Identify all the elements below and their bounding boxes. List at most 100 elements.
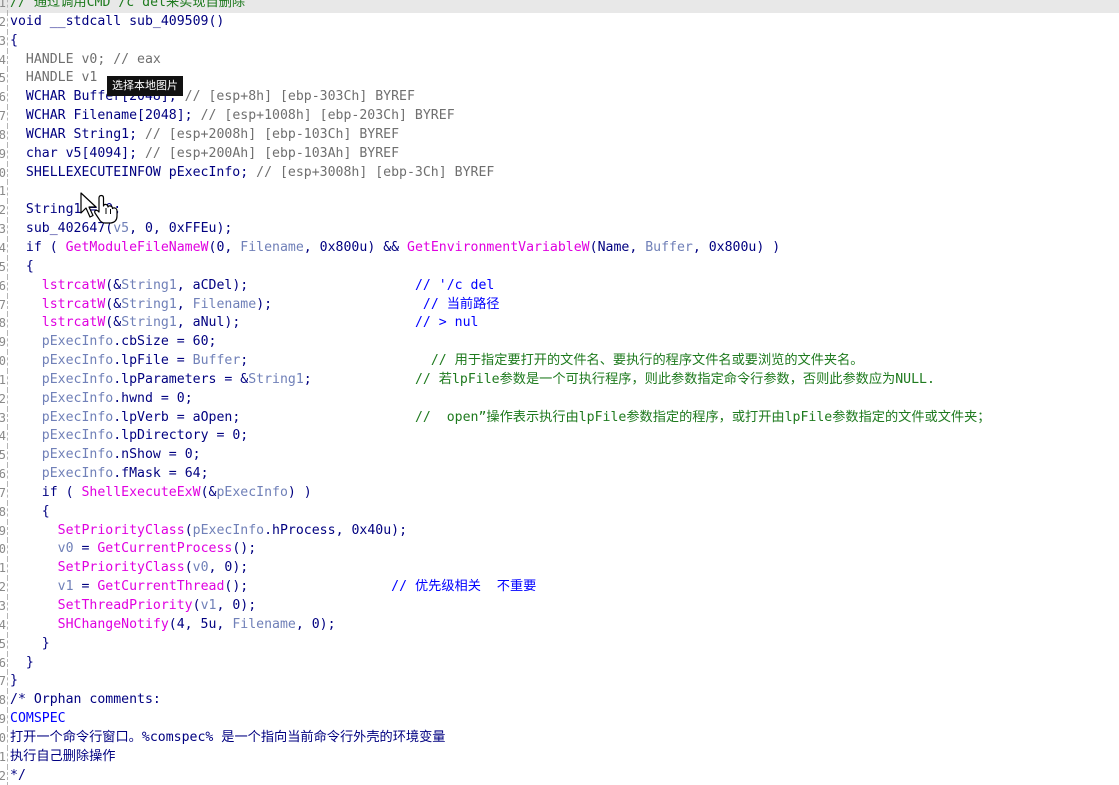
- code-token: v1: [57, 579, 74, 595]
- code-editor[interactable]: 1 // 通过调用CMD /c del来实现自删除 2 void __stdcall …: [0, 0, 1119, 785]
- code-token: ;: [303, 371, 415, 387]
- code-line[interactable]: 4 pExecInfo.lpDirectory = 0;: [0, 427, 1119, 447]
- code-line[interactable]: 1 pExecInfo.lpParameters = &String1; // …: [0, 370, 1119, 390]
- line-number: 0: [0, 730, 6, 745]
- code-line[interactable]: 0 打开一个命令行窗口。%comspec% 是一个指向当前命令行外壳的环境变量: [0, 728, 1119, 748]
- code-line[interactable]: 2 pExecInfo.hwnd = 0;: [0, 389, 1119, 409]
- code-line[interactable]: 3 SetThreadPriority(v1, 0);: [0, 597, 1119, 616]
- gutter-divider: [7, 163, 8, 183]
- code-line[interactable]: 6 }: [0, 653, 1119, 673]
- code-line[interactable]: 8 lstrcatW(&String1, aNul); // > nul: [0, 314, 1119, 334]
- code-line[interactable]: 5 }: [0, 634, 1119, 654]
- code-line[interactable]: 1 // 通过调用CMD /c del来实现自删除: [0, 0, 1119, 13]
- code-line[interactable]: 2 String1 = 0;: [0, 201, 1119, 221]
- code-token: // 当前路径: [422, 296, 500, 312]
- code-token: // 若lpFile参数是一个可执行程序，则此参数指定命令行参数，否则此参数应为…: [414, 371, 935, 387]
- gutter-divider: [7, 370, 8, 390]
- code-line[interactable]: 7}: [0, 672, 1119, 692]
- code-line[interactable]: 9 char v5[4094]; // [esp+200Ah] [ebp-103…: [0, 144, 1119, 164]
- gutter-divider: [7, 238, 8, 258]
- code-token: /* Orphan comments:: [10, 692, 161, 708]
- code-line-content: lstrcatW(&String1, aNul); // > nul: [10, 314, 1119, 333]
- code-token: .hwnd = 0;: [113, 390, 193, 406]
- code-token: , 0x800u) ): [692, 239, 781, 255]
- line-number: 2: [0, 580, 6, 595]
- code-line[interactable]: 4 SHChangeNotify(4, 5u, Filename, 0);: [0, 615, 1119, 635]
- code-token: pExecInfo: [41, 466, 114, 482]
- gutter-divider: [7, 540, 8, 560]
- code-line[interactable]: 2 void __stdcall sub_409509(): [0, 12, 1119, 32]
- code-token: SetPriorityClass: [57, 560, 185, 576]
- gutter-divider: [7, 201, 8, 221]
- gutter-divider: [7, 50, 8, 70]
- code-line-content: }: [10, 635, 1119, 654]
- code-line[interactable]: 3{: [0, 31, 1119, 51]
- code-line[interactable]: 2 */: [0, 766, 1119, 785]
- code-token: // [esp+8h] [ebp-303Ch] BYREF: [184, 89, 415, 105]
- gutter-divider: [7, 502, 8, 522]
- code-line[interactable]: 8 /* Orphan comments:: [0, 691, 1119, 711]
- code-token: Buffer: [645, 239, 693, 255]
- code-line[interactable]: 1: [0, 182, 1119, 202]
- code-line[interactable]: 1 执行自己删除操作: [0, 747, 1119, 767]
- code-token: SetPriorityClass: [57, 522, 185, 538]
- code-line-content: {: [10, 32, 1119, 51]
- code-line[interactable]: 2 v1 = GetCurrentThread(); // 优先级相关 不重要: [0, 578, 1119, 597]
- code-token: // 通过调用CMD /c del来实现自删除: [10, 0, 246, 10]
- code-token: (&: [105, 315, 122, 331]
- code-line-content: if ( ShellExecuteExW(&pExecInfo) ): [10, 484, 1119, 503]
- code-line[interactable]: 5 pExecInfo.nShow = 0;: [0, 446, 1119, 466]
- gutter-divider: [7, 615, 8, 635]
- code-line[interactable]: 9 pExecInfo.cbSize = 60;: [0, 333, 1119, 353]
- gutter-divider: [7, 182, 8, 202]
- code-token: // 优先级相关 不重要: [391, 579, 537, 595]
- code-line-content: COMSPEC: [10, 710, 1119, 729]
- code-line[interactable]: 5 {: [0, 257, 1119, 277]
- code-line[interactable]: 6 pExecInfo.fMask = 64;: [0, 465, 1119, 484]
- gutter-divider: [7, 12, 8, 32]
- code-token: v0: [57, 541, 74, 557]
- line-number: 1: [0, 561, 6, 576]
- code-line[interactable]: 7 lstrcatW(&String1, Filename); // 当前路径: [0, 295, 1119, 315]
- code-token: .nShow = 0;: [113, 447, 201, 463]
- code-token: pExecInfo: [192, 522, 265, 538]
- code-token: SHChangeNotify: [57, 616, 169, 632]
- code-token: COMSPEC: [10, 711, 66, 727]
- code-line[interactable]: 6 lstrcatW(&String1, aCDel); // '/c del: [0, 276, 1119, 296]
- code-line[interactable]: 8 WCHAR String1; // [esp+2008h] [ebp-103…: [0, 125, 1119, 145]
- code-line-content: sub_402647(v5, 0, 0xFFEu);: [10, 220, 1119, 239]
- code-token: v0: [192, 560, 209, 576]
- gutter-divider: [7, 578, 8, 597]
- line-number: 3: [0, 410, 6, 425]
- code-line[interactable]: 0 v0 = GetCurrentProcess();: [0, 540, 1119, 560]
- line-number: 0: [0, 542, 6, 557]
- code-line[interactable]: 7 if ( ShellExecuteExW(&pExecInfo) ): [0, 483, 1119, 503]
- code-token: (&: [105, 296, 122, 312]
- line-number: 1: [0, 372, 6, 387]
- code-line[interactable]: 3 sub_402647(v5, 0, 0xFFEu);: [0, 220, 1119, 239]
- code-line[interactable]: 8 {: [0, 502, 1119, 522]
- code-line[interactable]: 9 COMSPEC: [0, 710, 1119, 729]
- code-line[interactable]: 9 SetPriorityClass(pExecInfo.hProcess, 0…: [0, 521, 1119, 541]
- gutter-divider: [7, 389, 8, 409]
- code-line[interactable]: 7 WCHAR Filename[2048]; // [esp+1008h] […: [0, 107, 1119, 126]
- code-line-content: SHELLEXECUTEINFOW pExecInfo; // [esp+300…: [10, 164, 1119, 183]
- line-number: 9: [0, 523, 6, 538]
- code-line[interactable]: 1 SetPriorityClass(v0, 0);: [0, 559, 1119, 579]
- code-line[interactable]: 0 SHELLEXECUTEINFOW pExecInfo; // [esp+3…: [0, 163, 1119, 183]
- code-token: GetEnvironmentVariableW: [407, 239, 590, 255]
- code-line[interactable]: 3 pExecInfo.lpVerb = aOpen; // open”操作表示…: [0, 408, 1119, 428]
- code-line[interactable]: 4 if ( GetModuleFileNameW(0, Filename, 0…: [0, 238, 1119, 258]
- code-line[interactable]: 0 pExecInfo.lpFile = Buffer; // 用于指定要打开的…: [0, 352, 1119, 371]
- code-token: (Name,: [589, 239, 646, 255]
- code-line[interactable]: 4 HANDLE v0; // eax: [0, 50, 1119, 70]
- line-number: 2: [0, 203, 6, 218]
- code-token: lstrcatW: [41, 315, 106, 331]
